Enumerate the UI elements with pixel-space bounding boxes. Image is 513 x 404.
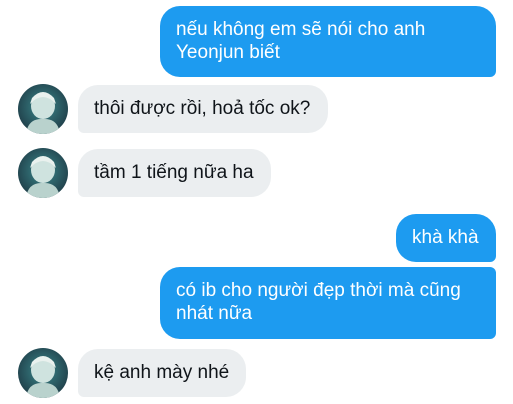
message-bubble-outgoing[interactable]: khà khà [396,214,496,262]
message-text: thôi được rồi, hoả tốc ok? [94,98,311,119]
message-text: tầm 1 tiếng nữa ha [94,162,254,183]
avatar-photo-icon [18,148,68,198]
contact-avatar[interactable] [18,348,68,398]
message-bubble-outgoing[interactable]: nếu không em sẽ nói cho anh Yeonjun biết [160,6,496,77]
message-text: khà khà [412,227,479,248]
contact-avatar[interactable] [18,84,68,134]
message-text: kệ anh mày nhé [94,362,230,383]
avatar-photo-icon [18,348,68,398]
message-bubble-incoming[interactable]: thôi được rồi, hoả tốc ok? [78,85,328,133]
contact-avatar[interactable] [18,148,68,198]
message-text: nếu không em sẽ nói cho anh Yeonjun biết [176,19,426,63]
message-bubble-outgoing[interactable]: có ib cho người đẹp thời mà cũng nhát nữ… [160,267,496,339]
avatar-photo-icon [18,84,68,134]
message-bubble-incoming[interactable]: tầm 1 tiếng nữa ha [78,149,271,197]
message-text: có ib cho người đẹp thời mà cũng nhát nữ… [176,280,461,324]
message-bubble-incoming[interactable]: kệ anh mày nhé [78,349,246,397]
